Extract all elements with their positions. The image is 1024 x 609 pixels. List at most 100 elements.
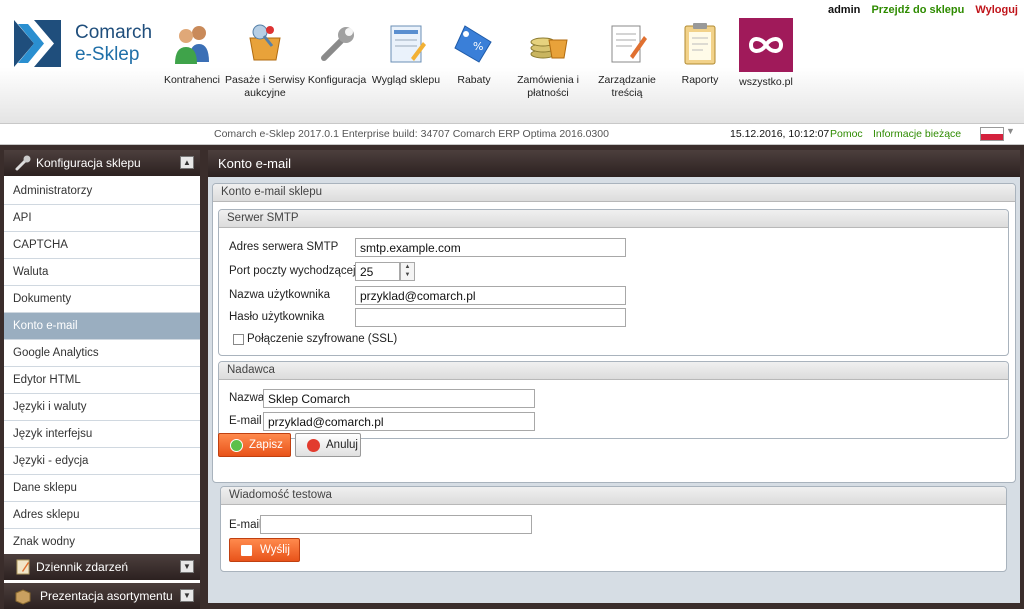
ssl-checkbox[interactable]	[233, 334, 244, 345]
page-title: Konto e-mail	[208, 150, 1020, 177]
sidebar-item[interactable]: Waluta	[4, 259, 200, 286]
page-design-icon	[390, 25, 426, 63]
test-message-panel: Wiadomość testowa E-mail Wyślij	[220, 486, 1007, 572]
sidebar-section-title: Dziennik zdarzeń	[36, 560, 129, 574]
cancel-icon	[307, 439, 320, 452]
current-user: admin	[827, 4, 861, 16]
nav-label: Zarządzanie treścią	[598, 74, 656, 99]
logo-text-esklep: e-Sklep	[75, 44, 140, 65]
save-button[interactable]: Zapisz	[218, 433, 291, 457]
sidebar-item[interactable]: Znak wodny	[4, 529, 200, 556]
save-button-label: Zapisz	[249, 439, 283, 451]
smtp-port-label: Port poczty wychodzącej	[229, 265, 356, 277]
panel-title: Konto e-mail sklepu	[213, 184, 1015, 202]
wrench-icon	[15, 155, 31, 171]
sidebar-section-prezentacja[interactable]: Prezentacja asortymentu ▼	[4, 583, 200, 609]
cancel-button[interactable]: Anuluj	[295, 433, 361, 457]
nav-label: Konfiguracja	[307, 74, 367, 86]
smtp-user-input[interactable]	[355, 286, 626, 305]
smtp-server-label: Adres serwera SMTP	[229, 241, 339, 253]
send-button[interactable]: Wyślij	[229, 538, 300, 562]
users-icon	[175, 26, 209, 64]
panel-title: Nadawca	[219, 362, 1008, 380]
sidebar-item[interactable]: Dane sklepu	[4, 475, 200, 502]
comarch-logo[interactable]: Comarch e-Sklep	[14, 20, 164, 70]
sidebar-item[interactable]: CAPTCHA	[4, 232, 200, 259]
sidebar-item[interactable]: Dokumenty	[4, 286, 200, 313]
datetime: 15.12.2016, 10:12:07	[730, 128, 830, 140]
sender-panel: Nadawca Nazwa E-mail	[218, 361, 1009, 439]
nav-pasaze[interactable]: Pasaże i Serwisy aukcyjne	[225, 20, 305, 100]
help-link[interactable]: Pomoc	[830, 128, 863, 140]
smtp-panel: Serwer SMTP Adres serwera SMTP Port pocz…	[218, 209, 1009, 356]
nav-label: Zamówienia i płatności	[517, 74, 579, 99]
sidebar-section-dziennik[interactable]: Dziennik zdarzeń ▼	[4, 554, 200, 580]
info-bar: Comarch e-Sklep 2017.0.1 Enterprise buil…	[0, 123, 1024, 145]
nav-kontrahenci[interactable]: Kontrahenci	[152, 20, 232, 87]
language-flag-icon[interactable]	[980, 127, 1004, 141]
smtp-server-input[interactable]	[355, 238, 626, 257]
orders-coins-icon	[530, 37, 568, 59]
port-stepper[interactable]: ▲ ▼	[400, 262, 415, 281]
sidebar-item[interactable]: Google Analytics	[4, 340, 200, 367]
content-edit-icon	[611, 25, 647, 63]
app-header: Comarch e-Sklep Kontrahenci Pasaże i Ser…	[0, 0, 1024, 123]
expand-icon[interactable]: ▼	[180, 560, 194, 573]
news-link[interactable]: Informacje bieżące	[873, 128, 961, 140]
checkmark-icon	[230, 439, 243, 452]
nav-label: Kontrahenci	[163, 74, 221, 86]
expand-icon[interactable]: ▼	[180, 589, 194, 602]
sidebar-item[interactable]: Języki - edycja	[4, 448, 200, 475]
sidebar-item[interactable]: Konto e-mail	[4, 313, 200, 340]
wrench-icon	[321, 27, 354, 61]
language-dropdown-arrow-icon[interactable]: ▼	[1006, 126, 1015, 136]
sender-name-label: Nazwa	[229, 392, 265, 404]
send-icon	[241, 545, 252, 556]
sender-email-label: E-mail	[229, 415, 262, 427]
sidebar: Konfiguracja sklepu ▲ Administratorzy API…	[4, 150, 200, 609]
logo-text-comarch: Comarch	[75, 22, 153, 43]
nav-label: Rabaty	[457, 74, 491, 86]
ssl-label: Połączenie szyfrowane (SSL)	[247, 333, 398, 345]
collapse-icon[interactable]: ▲	[180, 156, 194, 169]
clipboard-icon	[684, 23, 716, 65]
panel-title: Wiadomość testowa	[221, 487, 1006, 505]
nav-rabaty[interactable]: % Rabaty	[434, 20, 514, 87]
wszystko-logo-icon	[739, 18, 793, 72]
test-email-input[interactable]	[260, 515, 532, 534]
go-to-shop-link[interactable]: Przejdź do sklepu	[871, 4, 964, 16]
smtp-user-label: Nazwa użytkownika	[229, 289, 330, 301]
comarch-logo-icon	[14, 20, 61, 67]
logout-link[interactable]: Wyloguj	[975, 4, 1018, 16]
sidebar-item[interactable]: Języki i waluty	[4, 394, 200, 421]
nav-konfiguracja[interactable]: Konfiguracja	[297, 20, 377, 87]
nav-label: Pasaże i Serwisy aukcyjne	[225, 74, 305, 99]
main-content: Konto e-mail sklepu Serwer SMTP Adres se…	[208, 177, 1020, 603]
smtp-port-input[interactable]	[355, 262, 400, 281]
sidebar-section-title: Konfiguracja sklepu	[36, 156, 141, 170]
sidebar-item[interactable]: Adres sklepu	[4, 502, 200, 529]
user-links: admin Przejdź do sklepu Wyloguj	[820, 4, 1018, 16]
send-button-label: Wyślij	[260, 544, 290, 556]
build-info: Comarch e-Sklep 2017.0.1 Enterprise buil…	[214, 128, 609, 140]
auction-basket-icon	[249, 24, 281, 61]
sidebar-item[interactable]: Język interfejsu	[4, 421, 200, 448]
test-email-label: E-mail	[229, 519, 262, 531]
nav-wszystko[interactable]: wszystko.pl	[726, 18, 806, 89]
sidebar-section-title: Prezentacja asortymentu	[40, 589, 173, 603]
smtp-password-label: Hasło użytkownika	[229, 311, 325, 323]
sidebar-item[interactable]: Administratorzy	[4, 178, 200, 205]
email-account-panel: Konto e-mail sklepu Serwer SMTP Adres se…	[212, 183, 1016, 483]
log-book-icon	[16, 559, 30, 575]
sidebar-item[interactable]: API	[4, 205, 200, 232]
nav-label: wszystko.pl	[739, 76, 793, 88]
box-icon	[15, 589, 31, 605]
sender-email-input[interactable]	[263, 412, 535, 431]
nav-zamowienia[interactable]: Zamówienia i płatności	[508, 20, 588, 100]
sidebar-item[interactable]: Edytor HTML	[4, 367, 200, 394]
smtp-password-input[interactable]	[355, 308, 626, 327]
sender-name-input[interactable]	[263, 389, 535, 408]
sidebar-section-konfiguracja[interactable]: Konfiguracja sklepu ▲	[4, 150, 200, 176]
nav-zarzadzanie-trescia[interactable]: Zarządzanie treścią	[587, 20, 667, 100]
svg-text:%: %	[473, 40, 483, 53]
